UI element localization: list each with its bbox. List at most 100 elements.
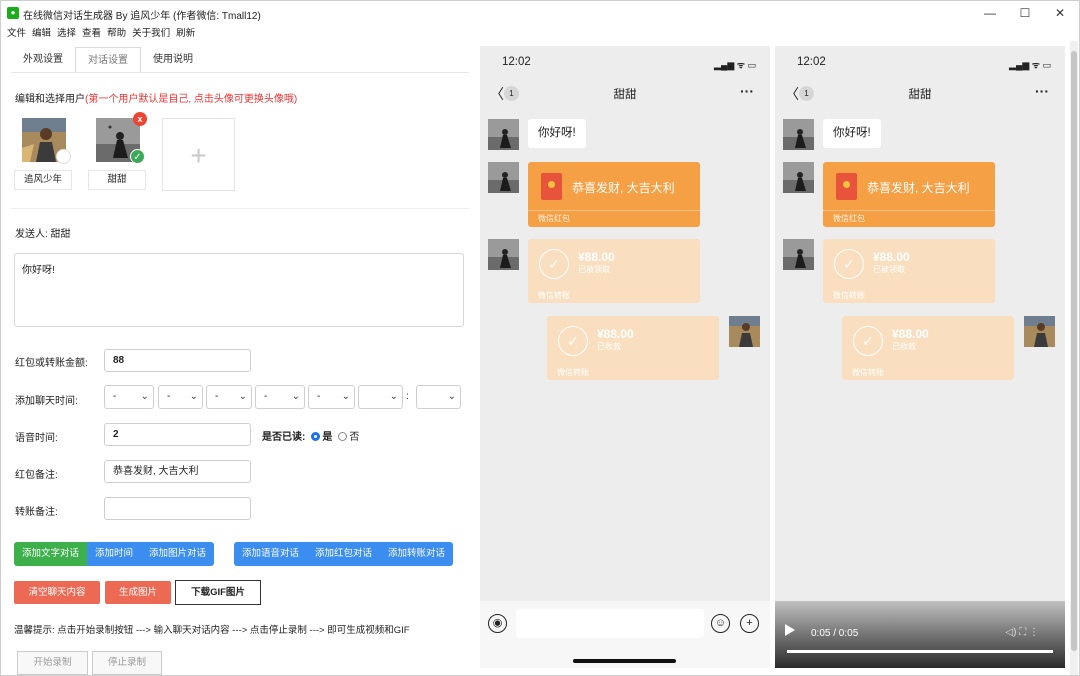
chevron-down-icon: ⌄ xyxy=(447,391,456,402)
add-hongbao-button[interactable]: 添加红包对话 xyxy=(307,542,381,566)
avatar xyxy=(729,316,760,347)
scrollbar-thumb[interactable] xyxy=(1071,51,1077,651)
plus-icon[interactable]: + xyxy=(740,614,759,633)
avatar xyxy=(783,162,814,193)
minute-select[interactable]: ⌄ xyxy=(416,385,461,409)
tab-appearance[interactable]: 外观设置 xyxy=(11,47,75,73)
add-image-button[interactable]: 添加图片对话 xyxy=(141,542,215,566)
transfer-note-label: 转账备注: xyxy=(15,507,58,518)
check-circle-icon: ✓ xyxy=(539,249,569,279)
users-hint: 编辑和选择用户(第一个用户默认是自己, 点击头像可更换头像哦) xyxy=(15,90,297,105)
tab-instructions[interactable]: 使用说明 xyxy=(141,47,205,73)
stop-recording-button[interactable]: 停止录制 xyxy=(92,651,162,675)
radio-yes-label[interactable]: 是 xyxy=(322,432,332,443)
menu-refresh[interactable]: 刷新 xyxy=(176,25,195,41)
status-icons: ▂▄▆ ᯤ ▭ xyxy=(1009,60,1051,70)
menu-edit[interactable]: 编辑 xyxy=(32,25,51,41)
add-time-button[interactable]: 添加时间 xyxy=(87,542,142,566)
download-gif-button[interactable]: 下载GIF图片 xyxy=(175,580,261,605)
voice-icon[interactable]: ◉ xyxy=(488,614,507,633)
add-text-button[interactable]: 添加文字对话 xyxy=(14,542,88,566)
checkmark-icon[interactable]: ✓ xyxy=(130,149,145,164)
generate-image-button[interactable]: 生成图片 xyxy=(105,581,171,604)
voice-time-input[interactable]: 2 xyxy=(104,423,251,446)
delete-user-button[interactable]: x xyxy=(133,112,147,126)
app-window: ● 在线微信对话生成器 By 追风少年 (作者微信: Tmall12) — ☐ … xyxy=(0,0,1080,676)
transfer-amount: ¥88.00 xyxy=(597,327,634,341)
add-voice-button[interactable]: 添加语音对话 xyxy=(234,542,308,566)
video-preview: 12:02 ▂▄▆ ᯤ ▭ 〈 1 甜甜 ··· 你好呀! 恭喜发财, 大吉大利… xyxy=(775,46,1065,668)
add-user-button[interactable]: + xyxy=(162,118,235,191)
avatar xyxy=(488,119,519,150)
wechat-app-icon: ● xyxy=(7,7,19,19)
chat-input[interactable] xyxy=(516,609,704,638)
scrollbar[interactable] xyxy=(1070,41,1078,675)
start-recording-button[interactable]: 开始录制 xyxy=(17,651,88,675)
user-card-tiantian[interactable]: ✓ 甜甜 xyxy=(88,118,148,190)
menu-help[interactable]: 帮助 xyxy=(107,25,126,41)
period-select[interactable]: - ⌄ xyxy=(308,385,355,409)
menu-select[interactable]: 选择 xyxy=(57,25,76,41)
radio-yes[interactable] xyxy=(311,432,321,441)
close-button[interactable]: ✕ xyxy=(1041,3,1079,23)
unselected-circle-icon[interactable] xyxy=(56,149,71,164)
maximize-button[interactable]: ☐ xyxy=(1006,3,1044,23)
video-progress-bar[interactable] xyxy=(787,650,1053,653)
tab-divider xyxy=(11,72,469,73)
volume-fullscreen-icons[interactable]: ◁) ⛶ ⋮ xyxy=(1005,627,1039,638)
period-select-value: - xyxy=(317,391,321,402)
check-circle-icon: ✓ xyxy=(853,326,883,356)
chevron-down-icon: ⌄ xyxy=(389,391,398,402)
check-circle-icon: ✓ xyxy=(558,326,588,356)
minimize-button[interactable]: — xyxy=(971,3,1009,23)
transfer-label: 微信转账 xyxy=(852,368,884,377)
settings-tabs: 外观设置 对话设置 使用说明 xyxy=(11,47,205,73)
transfer-label: 微信转账 xyxy=(538,291,570,300)
hour-select[interactable]: ⌄ xyxy=(358,385,403,409)
transfer-status: 已被领取 xyxy=(873,265,905,274)
contact-name: 甜甜 xyxy=(908,89,932,101)
avatar xyxy=(783,119,814,150)
more-icon: ··· xyxy=(1035,83,1049,99)
window-title: 在线微信对话生成器 By 追风少年 (作者微信: Tmall12) xyxy=(23,11,261,22)
hongbao-text: 恭喜发财, 大吉大利 xyxy=(867,181,970,195)
transfer-label: 微信转账 xyxy=(833,291,865,300)
year-select-value: - xyxy=(113,391,117,402)
menu-file[interactable]: 文件 xyxy=(7,25,26,41)
radio-no-label[interactable]: 否 xyxy=(349,432,359,443)
user-card-self[interactable]: 追风少年 xyxy=(14,118,74,190)
transfer-bubble: ✓ ¥88.00 已收款 微信转账 xyxy=(547,316,719,380)
read-status-group: 是否已读: 是 否 xyxy=(262,428,359,443)
weekday-select[interactable]: - ⌄ xyxy=(255,385,305,409)
transfer-amount: ¥88.00 xyxy=(892,327,929,341)
add-button-group-1: 添加文字对话 添加时间 添加图片对话 xyxy=(14,542,215,566)
add-transfer-button[interactable]: 添加转账对话 xyxy=(380,542,454,566)
transfer-note-input[interactable] xyxy=(104,497,251,520)
transfer-bubble: ✓ ¥88.00 已收款 微信转账 xyxy=(842,316,1014,380)
transfer-amount: ¥88.00 xyxy=(578,250,615,264)
day-select[interactable]: - ⌄ xyxy=(206,385,252,409)
time-colon: : xyxy=(406,391,409,402)
amount-input[interactable]: 88 xyxy=(104,349,251,372)
tab-dialog[interactable]: 对话设置 xyxy=(75,47,141,73)
avatar xyxy=(488,239,519,270)
play-icon[interactable] xyxy=(785,624,795,636)
clear-chat-button[interactable]: 清空聊天内容 xyxy=(14,581,100,604)
transfer-label: 微信转账 xyxy=(557,368,589,377)
menu-about[interactable]: 关于我们 xyxy=(132,25,170,41)
chevron-down-icon: ⌄ xyxy=(140,391,149,402)
menu-view[interactable]: 查看 xyxy=(82,25,101,41)
year-select[interactable]: - ⌄ xyxy=(104,385,154,409)
time-label: 添加聊天时间: xyxy=(15,396,78,407)
month-select[interactable]: - ⌄ xyxy=(158,385,203,409)
sender-label: 发送人: 甜甜 xyxy=(15,229,71,240)
avatar xyxy=(1024,316,1055,347)
more-icon[interactable]: ··· xyxy=(740,83,754,99)
hongbao-envelope-icon xyxy=(836,173,857,200)
users-hint-note: (第一个用户默认是自己, 点击头像可更换头像哦) xyxy=(85,94,298,105)
emoji-icon[interactable]: ☺ xyxy=(711,614,730,633)
radio-no[interactable] xyxy=(338,432,348,441)
chevron-down-icon: ⌄ xyxy=(341,391,350,402)
message-textarea[interactable]: 你好呀! xyxy=(14,253,464,327)
hongbao-note-input[interactable]: 恭喜发财, 大吉大利 xyxy=(104,460,251,483)
